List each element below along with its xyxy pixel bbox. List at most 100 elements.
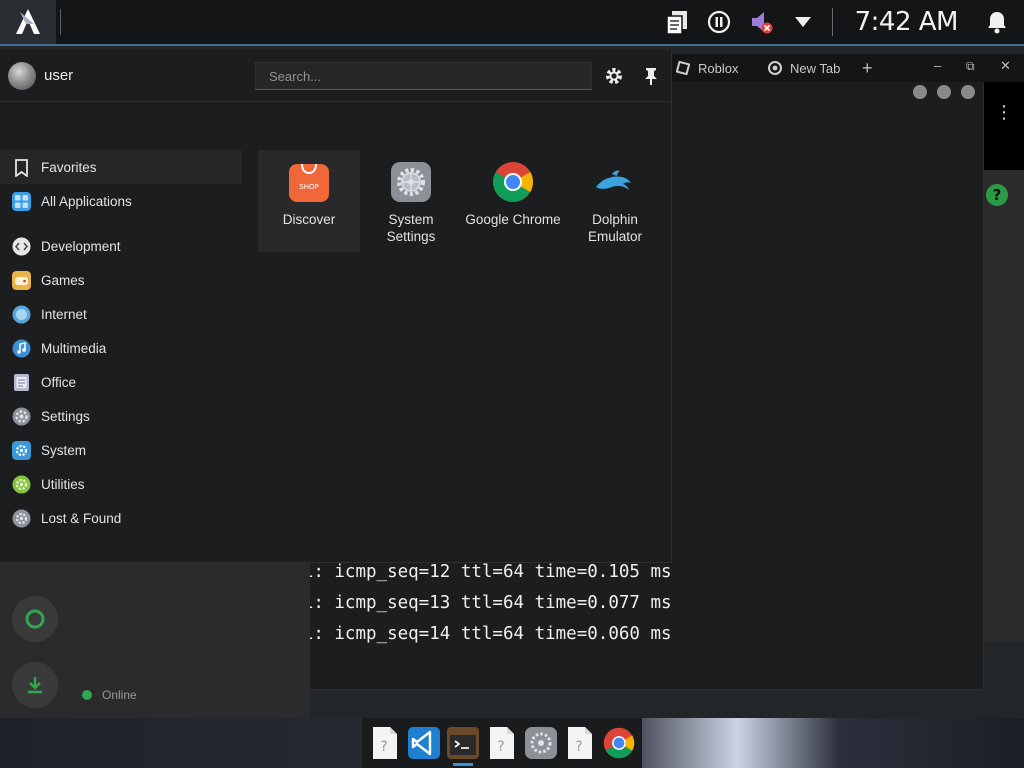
avatar[interactable]	[8, 62, 36, 90]
unknown-file-icon: ?	[373, 727, 397, 759]
close-button[interactable]	[961, 85, 975, 99]
notifications-bell-icon[interactable]	[982, 7, 1012, 37]
username[interactable]: user	[44, 67, 73, 84]
window-close-icon[interactable]: ✕	[1000, 58, 1011, 74]
favorites-grid: SHOP Discover System Settings Google Chr…	[258, 150, 666, 252]
pin-icon[interactable]	[639, 64, 663, 88]
dock-unknown-file-1[interactable]: ?	[369, 726, 401, 760]
application-menu: user Favorites All Applications Developm…	[0, 50, 672, 563]
browser-side: ⋮ ?	[984, 82, 1024, 642]
app-discover[interactable]: SHOP Discover	[258, 150, 360, 252]
configure-gear-icon[interactable]	[602, 64, 626, 88]
document-icon	[14, 373, 29, 391]
vscode-icon	[408, 727, 440, 759]
top-panel: 7:42 AM	[0, 0, 1024, 46]
shop-icon: SHOP	[289, 163, 329, 202]
dock-unknown-file-3[interactable]: ?	[564, 726, 596, 760]
category-favorites[interactable]: Favorites	[0, 150, 242, 184]
chrome-icon	[603, 727, 635, 759]
window-restore-icon[interactable]: ⧉	[966, 59, 975, 74]
utilities-icon	[12, 475, 31, 493]
tray-separator	[831, 8, 833, 36]
browser-tab-label: New Tab	[790, 60, 841, 76]
window-controls	[671, 79, 985, 105]
lost-found-icon	[12, 509, 31, 527]
app-label: Discover	[282, 212, 336, 227]
search-input[interactable]	[255, 62, 592, 90]
browser-tab-new[interactable]: New Tab	[768, 61, 854, 76]
terminal-icon	[447, 727, 479, 759]
category-development[interactable]: Development	[0, 229, 242, 263]
media-pause-icon[interactable]	[704, 7, 734, 37]
system-settings-icon	[525, 727, 557, 759]
download-button[interactable]	[12, 662, 58, 708]
category-games[interactable]: Games	[0, 263, 242, 297]
refresh-icon	[25, 609, 45, 629]
volume-muted-icon[interactable]	[746, 7, 776, 37]
window-minimize-icon[interactable]: –	[934, 58, 941, 73]
app-circle-button[interactable]	[12, 596, 58, 642]
taskbar-dock: ? ? ?	[362, 718, 642, 768]
browser-tabstrip: Roblox New Tab + – ⧉ ✕	[670, 54, 1024, 82]
category-label: Games	[41, 272, 85, 288]
system-tray: 7:42 AM	[656, 0, 1024, 44]
category-lost-and-found[interactable]: Lost & Found	[0, 501, 242, 535]
dock-google-chrome[interactable]	[603, 726, 635, 760]
category-office[interactable]: Office	[0, 365, 242, 399]
shop-badge-text: SHOP	[299, 183, 318, 191]
chrome-icon	[493, 162, 533, 202]
dock-terminal[interactable]	[447, 726, 479, 766]
category-list: Favorites All Applications Development G…	[0, 150, 242, 535]
category-label: Multimedia	[41, 340, 107, 356]
app-label: Google Chrome	[465, 212, 561, 227]
maximize-button[interactable]	[937, 85, 951, 99]
svg-text:?: ?	[575, 739, 582, 755]
dock-system-settings[interactable]	[525, 726, 557, 760]
digital-clock[interactable]: 7:42 AM	[855, 7, 959, 37]
category-label: Development	[41, 238, 121, 254]
app-google-chrome[interactable]: Google Chrome	[462, 150, 564, 252]
code-icon	[12, 237, 31, 255]
chrome-icon	[768, 61, 782, 75]
category-label: Lost & Found	[41, 510, 122, 526]
tray-expand-arrow-icon[interactable]	[788, 7, 818, 37]
category-multimedia[interactable]: Multimedia	[0, 331, 242, 365]
category-label: Internet	[41, 306, 87, 322]
gamepad-icon	[12, 270, 31, 290]
minimize-button[interactable]	[913, 85, 927, 99]
dock-vscode[interactable]	[408, 726, 440, 760]
application-launcher-button[interactable]	[0, 0, 56, 44]
background-app: Online	[0, 562, 310, 718]
app-dolphin-emulator[interactable]: Dolphin Emulator	[564, 150, 666, 252]
category-system[interactable]: System	[0, 433, 242, 467]
category-internet[interactable]: Internet	[0, 297, 242, 331]
category-all-applications[interactable]: All Applications	[0, 184, 242, 218]
app-label: Dolphin Emulator	[587, 212, 643, 244]
dolphin-icon	[596, 170, 631, 190]
new-tab-button[interactable]: +	[862, 58, 873, 79]
category-spacer	[0, 218, 242, 229]
music-icon	[12, 339, 31, 357]
category-label: Favorites	[41, 159, 97, 175]
app-system-settings[interactable]: System Settings	[360, 150, 462, 252]
app-label: System Settings	[386, 212, 436, 244]
clipboard-icon[interactable]	[662, 7, 692, 37]
panel-separator	[60, 9, 61, 35]
status-indicator: Online	[82, 688, 137, 702]
category-utilities[interactable]: Utilities	[0, 467, 242, 501]
active-indicator	[453, 763, 473, 766]
svg-text:?: ?	[380, 739, 387, 755]
svg-text:?: ?	[497, 739, 504, 755]
roblox-icon	[676, 61, 690, 75]
system-settings-icon	[391, 162, 431, 202]
category-settings[interactable]: Settings	[0, 399, 242, 433]
browser-tab-roblox[interactable]: Roblox	[676, 61, 762, 76]
grid-icon	[12, 191, 31, 211]
browser-menu-icon[interactable]: ⋮	[984, 82, 1024, 123]
bookmark-icon	[15, 158, 28, 177]
dock-unknown-file-2[interactable]: ?	[486, 726, 518, 760]
help-icon[interactable]: ?	[986, 184, 1008, 206]
status-text: Online	[102, 688, 137, 702]
menu-header: user	[0, 50, 672, 102]
unknown-file-icon: ?	[490, 727, 514, 759]
